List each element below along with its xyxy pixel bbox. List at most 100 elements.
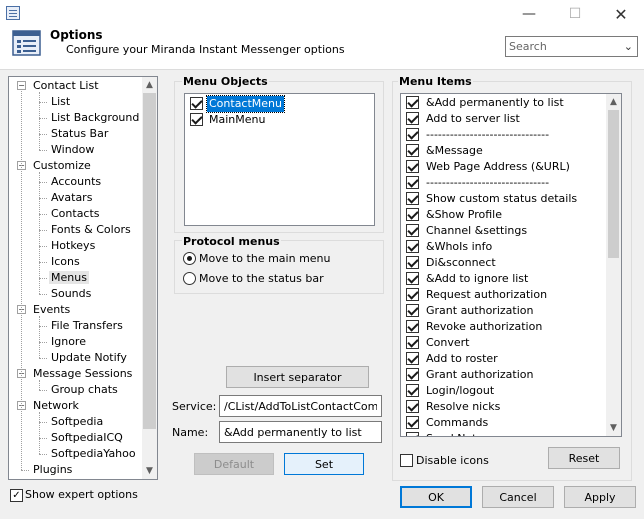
scroll-up-icon[interactable]: ▲ [606, 94, 621, 110]
menu-item[interactable]: Revoke authorization [424, 319, 544, 335]
tree-item[interactable]: Avatars [49, 190, 94, 206]
name-input[interactable] [220, 422, 381, 442]
search-input[interactable] [506, 37, 618, 56]
menu-item-checkbox[interactable] [406, 224, 419, 237]
tree-item[interactable]: Plugins [31, 462, 74, 478]
maximize-button[interactable]: ☐ [552, 0, 598, 28]
radio-main-menu[interactable] [183, 252, 196, 265]
tree-item[interactable]: Icons [49, 254, 82, 270]
menu-item[interactable]: Web Page Address (&URL) [424, 159, 572, 175]
scroll-down-icon[interactable]: ▼ [142, 463, 157, 479]
radio-status-bar[interactable] [183, 272, 196, 285]
menu-items-list[interactable]: &Add permanently to list Add to server li… [400, 93, 622, 437]
reset-button[interactable]: Reset [548, 447, 620, 469]
menu-item[interactable]: Grant authorization [424, 303, 535, 319]
name-field[interactable] [219, 421, 382, 443]
scroll-down-icon[interactable]: ▼ [606, 420, 621, 436]
menu-item[interactable]: Commands [424, 415, 490, 431]
menu-item[interactable]: Resolve nicks [424, 399, 502, 415]
tree-scroll-thumb[interactable] [143, 93, 156, 429]
menu-item-checkbox[interactable] [406, 432, 419, 436]
tree-item[interactable]: Menus [49, 270, 89, 286]
menu-item-checkbox[interactable] [406, 384, 419, 397]
menu-item-checkbox[interactable] [406, 336, 419, 349]
menu-item-checkbox[interactable] [406, 240, 419, 253]
menu-item[interactable]: Show custom status details [424, 191, 579, 207]
tree-item[interactable]: Sounds [49, 286, 93, 302]
insert-separator-button[interactable]: Insert separator [226, 366, 369, 388]
menu-item-checkbox[interactable] [406, 352, 419, 365]
menu-item[interactable]: &Show Profile [424, 207, 504, 223]
tree-item[interactable]: Group chats [49, 382, 120, 398]
close-button[interactable]: ✕ [598, 0, 644, 28]
menu-object-checkbox[interactable] [190, 113, 203, 126]
set-button[interactable]: Set [284, 453, 364, 475]
menu-item-checkbox[interactable] [406, 160, 419, 173]
menu-item-checkbox[interactable] [406, 272, 419, 285]
service-field[interactable] [219, 395, 382, 417]
tree-item[interactable]: Window [49, 142, 96, 158]
menu-item[interactable]: &Add permanently to list [424, 95, 566, 111]
menu-item[interactable]: &Add to ignore list [424, 271, 530, 287]
tree-item[interactable]: SoftpediaYahoo [49, 446, 138, 462]
menu-object-item[interactable]: ContactMenu [206, 95, 285, 113]
menu-item-checkbox[interactable] [406, 176, 419, 189]
menu-item[interactable]: &WhoIs info [424, 239, 494, 255]
menu-item[interactable]: Grant authorization [424, 367, 535, 383]
menu-item[interactable]: ------------------------------- [424, 127, 551, 143]
menu-item-checkbox[interactable] [406, 320, 419, 333]
ok-button[interactable]: OK [400, 486, 472, 508]
tree-item[interactable]: Update Notify [49, 350, 129, 366]
menu-objects-list[interactable]: ContactMenu MainMenu [184, 93, 375, 226]
apply-button[interactable]: Apply [564, 486, 636, 508]
tree-item[interactable]: List [49, 94, 72, 110]
default-button[interactable]: Default [194, 453, 274, 475]
menu-item-checkbox[interactable] [406, 256, 419, 269]
menu-item[interactable]: Convert [424, 335, 472, 351]
menu-item[interactable]: Request authorization [424, 287, 549, 303]
chevron-down-icon[interactable]: ⌄ [624, 40, 633, 53]
tree-item[interactable]: Message Sessions [31, 366, 134, 382]
menu-object-checkbox[interactable] [190, 97, 203, 110]
tree-item[interactable]: Customize [31, 158, 93, 174]
scroll-up-icon[interactable]: ▲ [142, 77, 157, 93]
menu-item[interactable]: &Message [424, 143, 485, 159]
menu-item[interactable]: ------------------------------- [424, 175, 551, 191]
menu-item-checkbox[interactable] [406, 368, 419, 381]
menu-items-scrollbar[interactable]: ▲ ▼ [606, 94, 621, 436]
tree-item[interactable]: Fonts & Colors [49, 222, 133, 238]
menu-item-checkbox[interactable] [406, 304, 419, 317]
menu-item[interactable]: Add to server list [424, 111, 522, 127]
menu-item-checkbox[interactable] [406, 416, 419, 429]
tree-item[interactable]: Status Bar [49, 126, 110, 142]
menu-item-checkbox[interactable] [406, 96, 419, 109]
options-tree[interactable]: Contact List − List List Background Status B… [8, 76, 158, 480]
search-combobox[interactable]: ⌄ [505, 36, 638, 57]
cancel-button[interactable]: Cancel [482, 486, 554, 508]
service-input[interactable] [220, 396, 381, 416]
menu-item[interactable]: Channel &settings [424, 223, 529, 239]
tree-item[interactable]: Ignore [49, 334, 88, 350]
tree-item[interactable]: SoftpediaICQ [49, 430, 125, 446]
minimize-button[interactable]: — [506, 0, 552, 28]
menu-item[interactable]: Send Note [424, 431, 485, 436]
menu-object-item[interactable]: MainMenu [207, 112, 267, 128]
tree-item[interactable]: File Transfers [49, 318, 125, 334]
disable-icons-checkbox[interactable] [400, 454, 413, 467]
tree-item[interactable]: List Background [49, 110, 141, 126]
menu-item-checkbox[interactable] [406, 144, 419, 157]
menu-item[interactable]: Add to roster [424, 351, 500, 367]
menu-item-checkbox[interactable] [406, 208, 419, 221]
tree-item[interactable]: Contact List [31, 78, 101, 94]
show-expert-checkbox[interactable]: ✓ [10, 489, 23, 502]
menu-item-checkbox[interactable] [406, 288, 419, 301]
tree-scrollbar[interactable]: ▲ ▼ [142, 77, 157, 479]
menu-item-checkbox[interactable] [406, 400, 419, 413]
tree-item[interactable]: Accounts [49, 174, 103, 190]
tree-item[interactable]: Contacts [49, 206, 102, 222]
menu-items-scroll-thumb[interactable] [608, 110, 619, 258]
menu-item-checkbox[interactable] [406, 192, 419, 205]
tree-item[interactable]: Hotkeys [49, 238, 97, 254]
menu-item[interactable]: Di&sconnect [424, 255, 498, 271]
menu-item-checkbox[interactable] [406, 112, 419, 125]
